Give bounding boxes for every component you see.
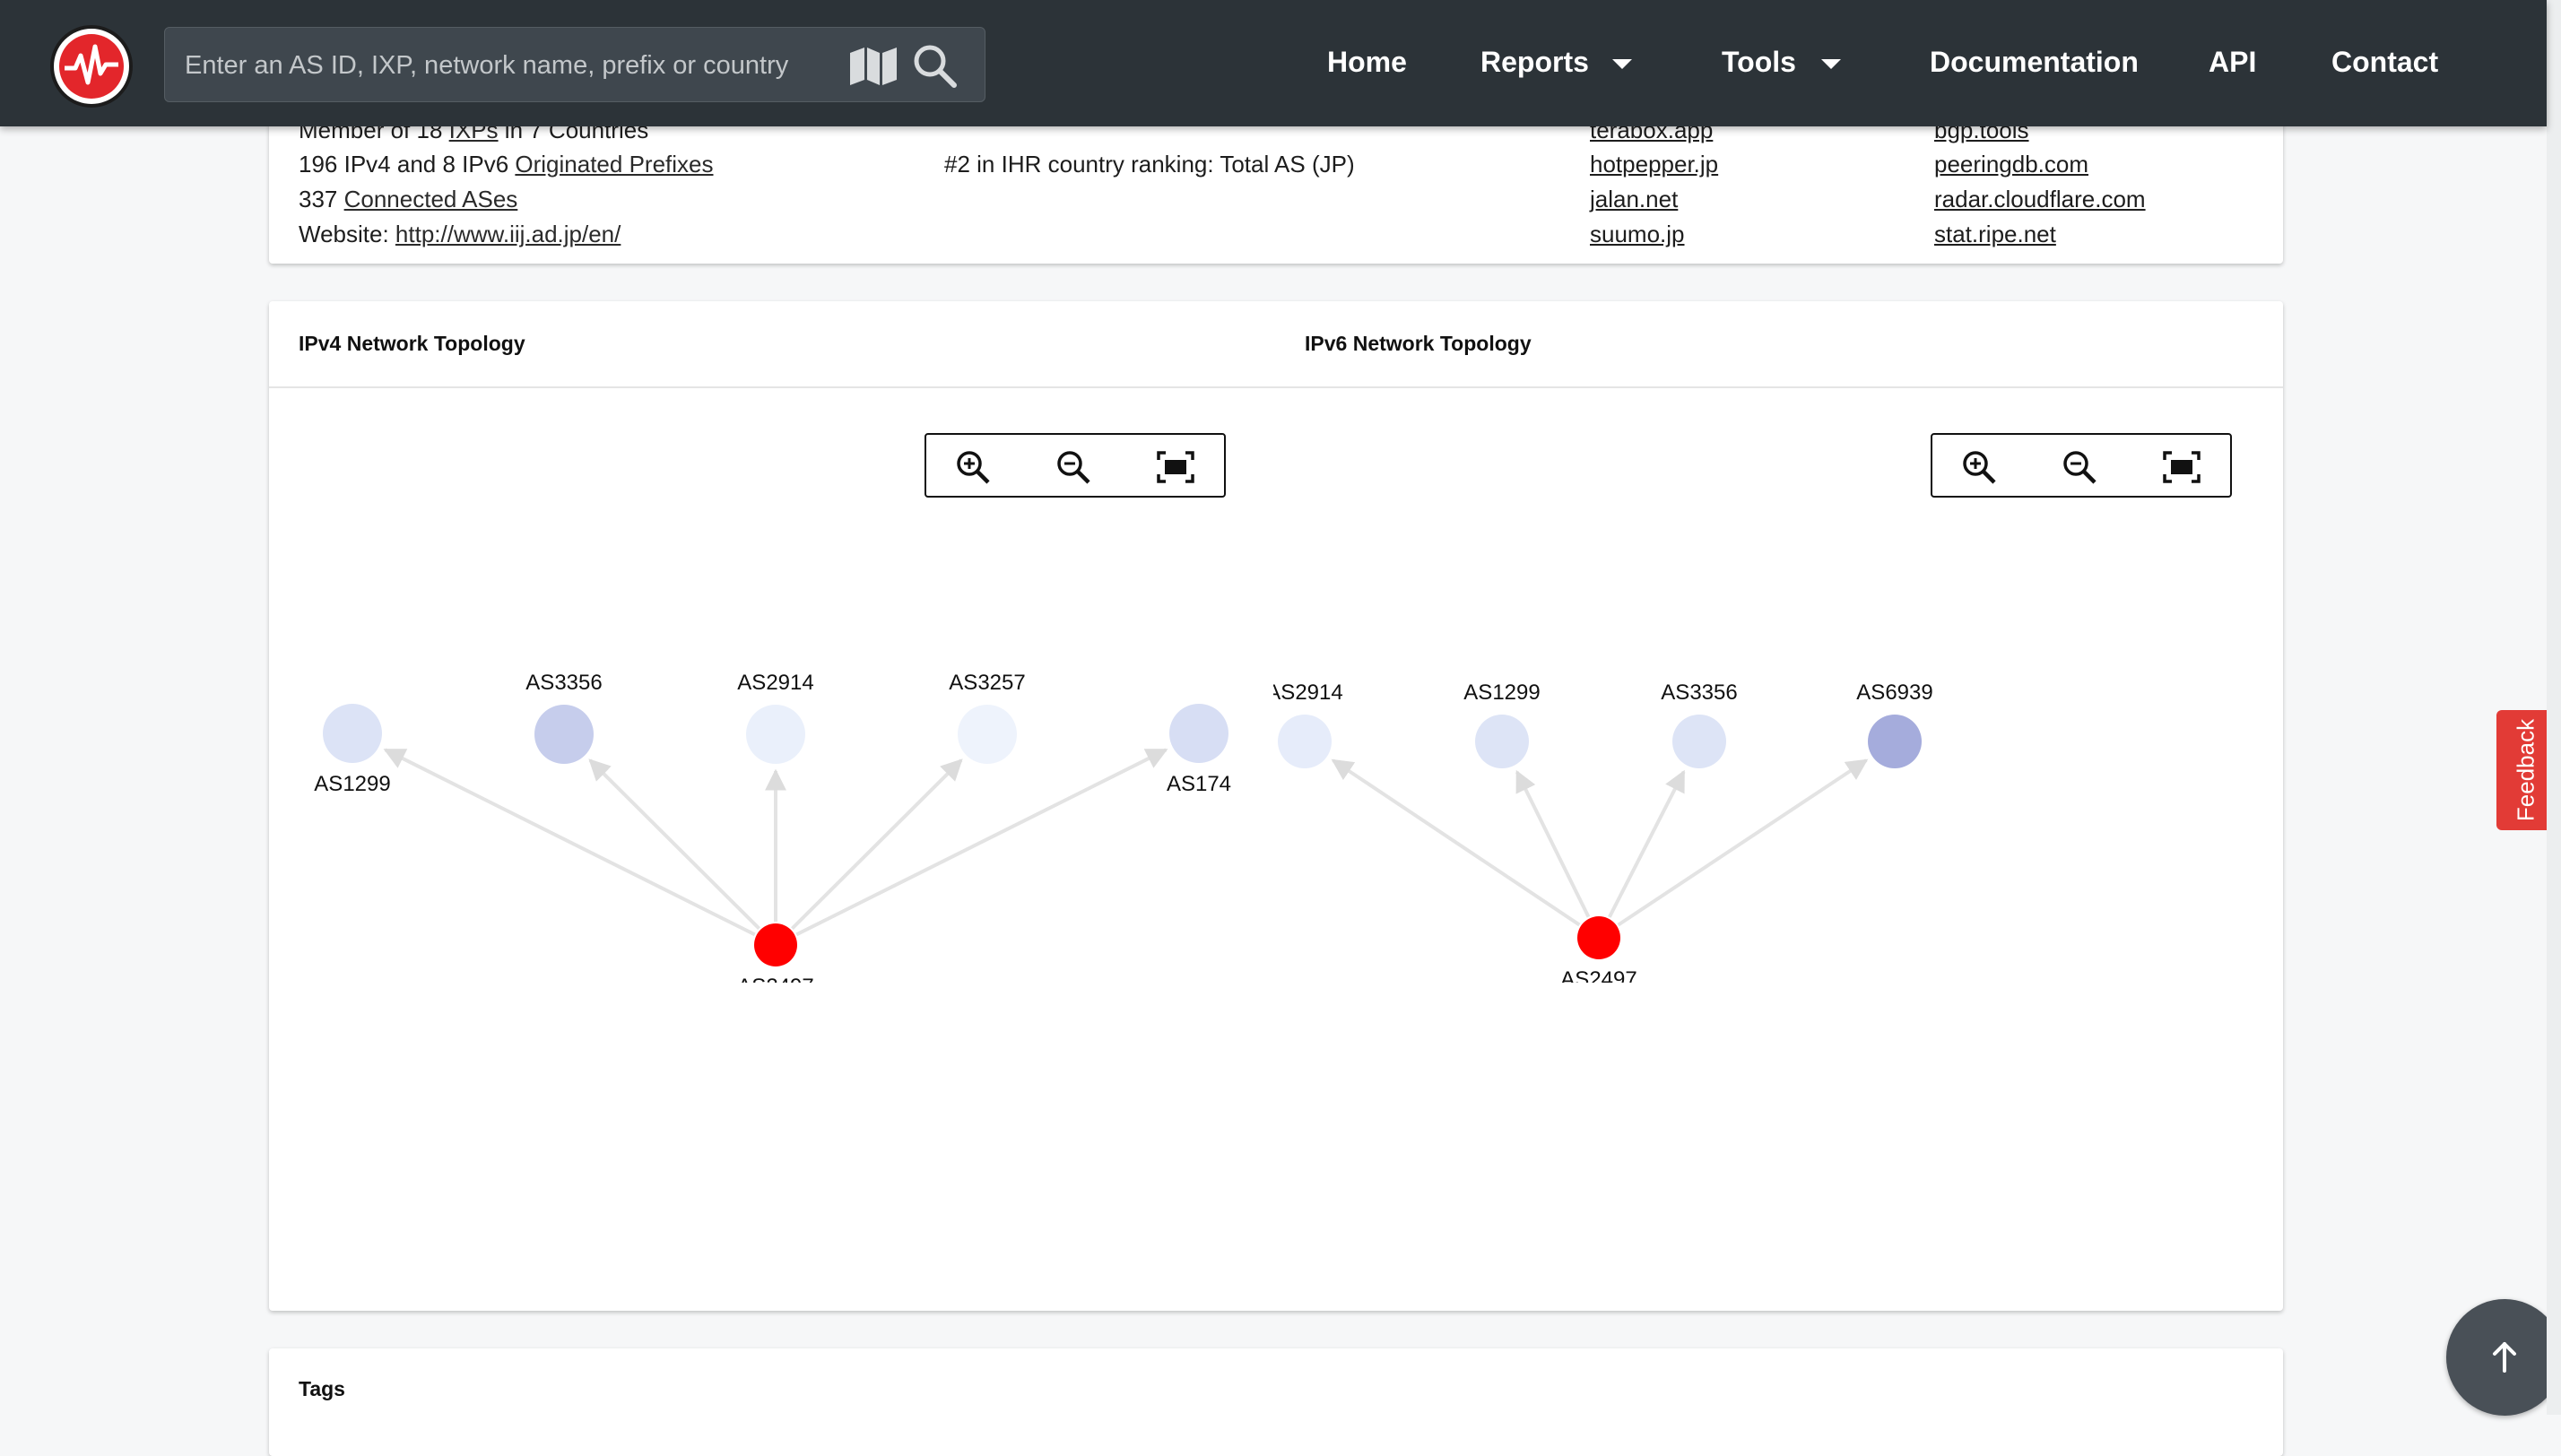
node-as6939[interactable] (1868, 715, 1922, 768)
zoom-in-icon[interactable] (955, 449, 991, 485)
top-navbar: Home Reports Tools Documentation API Con… (0, 0, 2547, 126)
zoom-in-icon[interactable] (1961, 449, 1997, 485)
prefixes-line: 196 IPv4 and 8 IPv6 Originated Prefixes (299, 151, 714, 178)
reports-chevron-down-icon[interactable] (1612, 59, 1632, 69)
nav-home[interactable]: Home (1327, 39, 1407, 84)
node-as174[interactable] (1169, 704, 1228, 763)
node-as1299[interactable] (1475, 715, 1529, 768)
nav-tools[interactable]: Tools (1722, 39, 1796, 84)
prefix-count-text: 196 IPv4 and 8 IPv6 (299, 151, 516, 178)
ipv4-zoom-controls (925, 433, 1226, 498)
website-link[interactable]: http://www.iij.ad.jp/en/ (395, 221, 621, 247)
node-as2914[interactable] (746, 705, 805, 764)
edge-as3257 (791, 758, 963, 931)
edge-as6939 (1617, 758, 1869, 927)
node-label: AS174 (1167, 772, 1231, 796)
originated-prefixes-link[interactable]: Originated Prefixes (515, 151, 713, 178)
node-as3356[interactable] (534, 705, 594, 764)
external-link[interactable]: stat.ripe.net (1934, 221, 2056, 248)
card-divider (269, 386, 2283, 388)
node-label: AS1299 (314, 772, 390, 796)
origin-node[interactable] (754, 923, 797, 966)
ipv4-topology-title: IPv4 Network Topology (299, 332, 525, 355)
node-label: AS6939 (1856, 680, 1932, 705)
page-scrollbar[interactable] (2547, 0, 2561, 1415)
domain-link[interactable]: jalan.net (1590, 186, 1678, 213)
node-as1299[interactable] (323, 704, 382, 763)
ihr-logo[interactable] (50, 25, 133, 108)
node-label: AS2914 (1273, 680, 1343, 705)
scroll-to-top-button[interactable] (2446, 1299, 2561, 1416)
origin-label: AS2497 (1560, 967, 1636, 983)
map-icon[interactable] (848, 46, 899, 91)
node-label: AS3356 (1661, 680, 1737, 705)
external-link[interactable]: peeringdb.com (1934, 151, 2088, 178)
connected-count-text: 337 (299, 186, 344, 212)
ipv4-topology-graph[interactable]: AS1299 AS3356 AS2914 AS3257 AS174 AS2497 (269, 570, 1273, 983)
tags-title: Tags (299, 1377, 345, 1400)
fit-screen-icon[interactable] (2162, 449, 2201, 485)
ipv6-topology-graph[interactable]: AS2914AS1299AS3356AS6939AS2497100%0%Hege… (1273, 570, 2283, 983)
external-link[interactable]: radar.cloudflare.com (1934, 186, 2146, 213)
edge-as1299 (383, 748, 756, 937)
connected-line: 337 Connected ASes (299, 186, 517, 213)
nav-contact[interactable]: Contact (2331, 39, 2438, 84)
node-label: AS3257 (949, 671, 1025, 695)
topology-card: IPv4 Network Topology IPv6 Network Topol… (269, 301, 2283, 1311)
nav-documentation[interactable]: Documentation (1930, 39, 2139, 84)
node-label: AS1299 (1463, 680, 1540, 705)
edge-as3356 (1608, 769, 1686, 918)
feedback-label: Feedback (2512, 718, 2539, 822)
connected-ases-link[interactable]: Connected ASes (344, 186, 518, 212)
search-icon[interactable] (911, 42, 958, 93)
search-box (164, 27, 985, 102)
zoom-out-icon[interactable] (1055, 449, 1091, 485)
search-input[interactable] (183, 40, 805, 91)
nav-reports[interactable]: Reports (1480, 39, 1589, 84)
tools-chevron-down-icon[interactable] (1821, 59, 1841, 69)
logo-pulse-icon (59, 34, 124, 99)
country-ranking: #2 in IHR country ranking: Total AS (JP) (944, 151, 1355, 178)
website-line: Website: http://www.iij.ad.jp/en/ (299, 221, 621, 248)
domain-link[interactable]: suumo.jp (1590, 221, 1685, 248)
nav-api[interactable]: API (2209, 39, 2256, 84)
node-label: AS3356 (525, 671, 602, 695)
node-as3356[interactable] (1672, 715, 1726, 768)
node-as2914[interactable] (1278, 715, 1332, 768)
origin-node[interactable] (1577, 916, 1620, 959)
tags-card: Tags (269, 1348, 2283, 1456)
website-label: Website: (299, 221, 395, 247)
edge-as174 (795, 748, 1168, 937)
edge-as1299 (1515, 769, 1591, 918)
ipv6-topology-title: IPv6 Network Topology (1305, 332, 1532, 355)
fit-screen-icon[interactable] (1156, 449, 1194, 485)
edge-as2914 (1331, 758, 1581, 927)
domain-link[interactable]: hotpepper.jp (1590, 151, 1718, 178)
origin-label: AS2497 (737, 975, 813, 983)
zoom-out-icon[interactable] (2062, 449, 2097, 485)
arrow-up-icon (2493, 1342, 2516, 1373)
edge-as3356 (588, 758, 760, 931)
node-as3257[interactable] (958, 705, 1017, 764)
node-label: AS2914 (737, 671, 813, 695)
ipv6-zoom-controls (1931, 433, 2232, 498)
